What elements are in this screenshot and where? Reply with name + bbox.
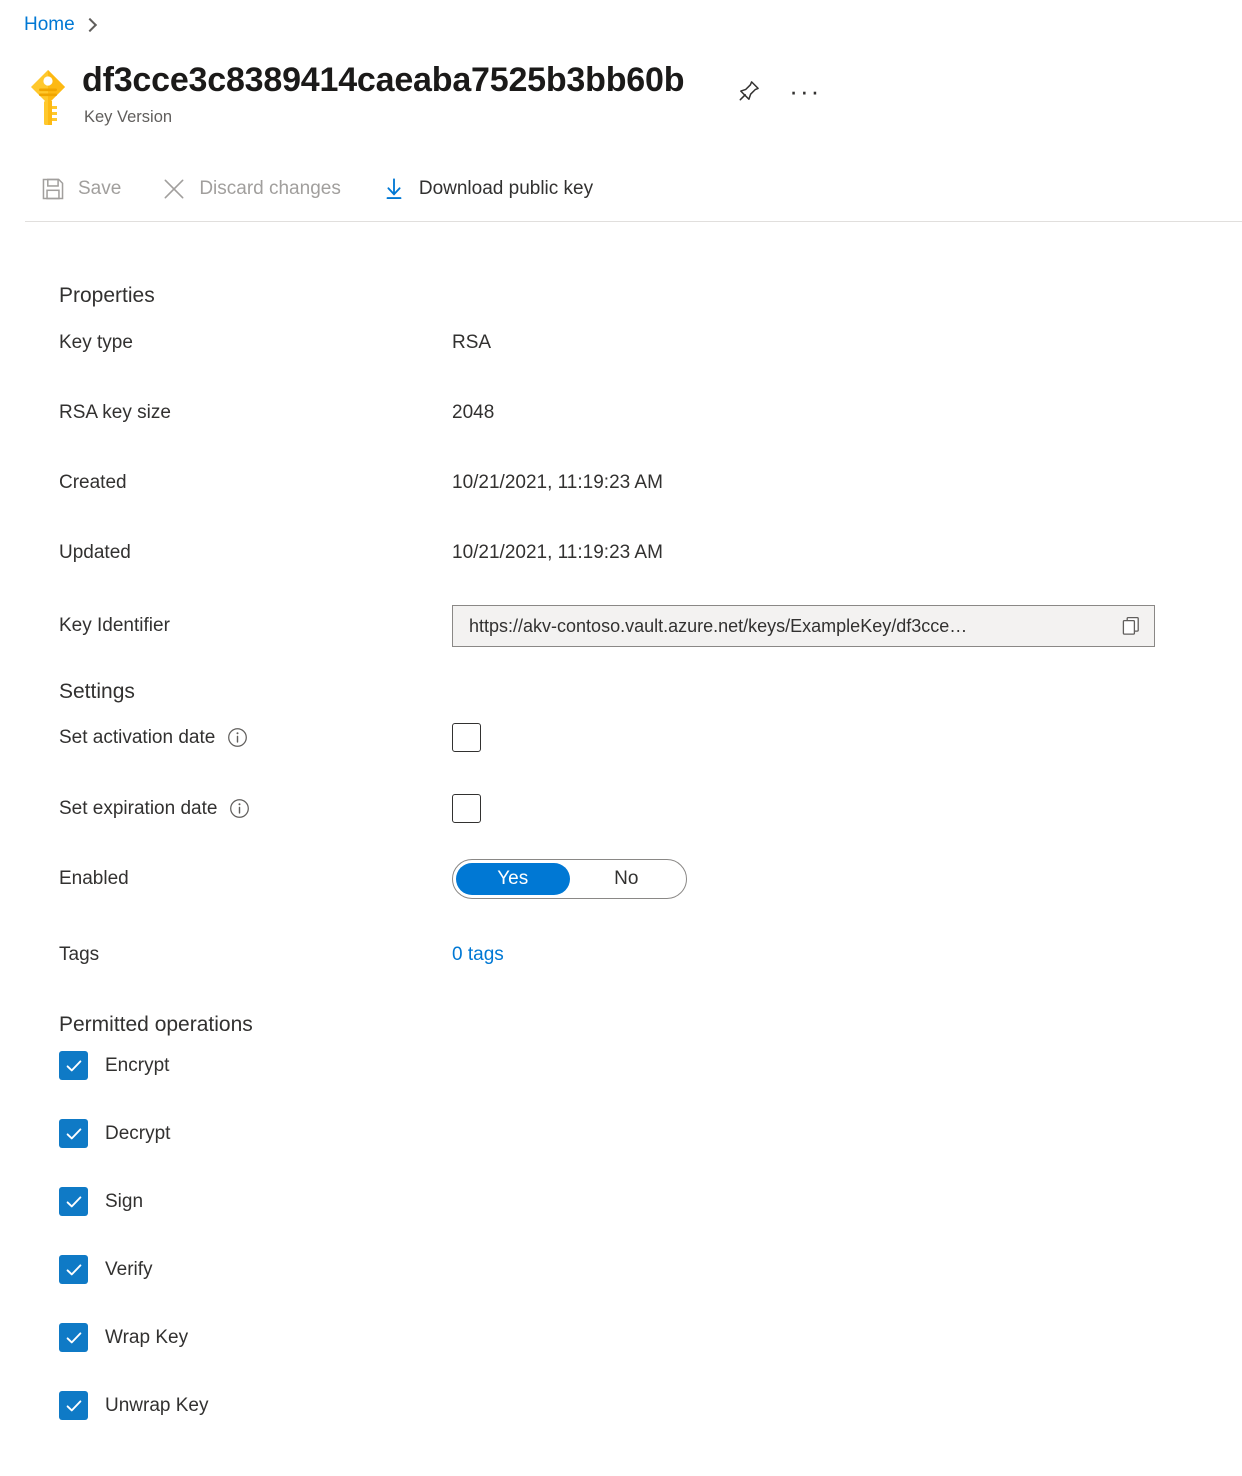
verify-checkbox[interactable] xyxy=(59,1255,88,1284)
operation-row-encrypt[interactable]: Encrypt xyxy=(59,1051,169,1080)
key-identifier-label: Key Identifier xyxy=(0,613,452,639)
command-bar-divider xyxy=(25,221,1242,222)
field-updated: Updated 10/21/2021, 11:19:23 AM xyxy=(0,540,1242,566)
close-x-icon xyxy=(161,176,187,202)
set-activation-date-label: Set activation date xyxy=(0,725,452,751)
updated-label: Updated xyxy=(0,540,452,566)
discard-changes-label: Discard changes xyxy=(199,176,341,202)
checkmark-icon xyxy=(64,1396,84,1416)
operation-row-wrap-key[interactable]: Wrap Key xyxy=(59,1323,188,1352)
info-circle-icon[interactable] xyxy=(227,727,248,748)
page-title: df3cce3c8389414caeaba7525b3bb60b xyxy=(82,58,684,102)
checkmark-icon xyxy=(64,1056,84,1076)
set-expiration-date-checkbox[interactable] xyxy=(452,794,481,823)
rsa-key-size-value: 2048 xyxy=(452,400,494,426)
decrypt-checkbox[interactable] xyxy=(59,1119,88,1148)
chevron-right-icon xyxy=(85,17,95,33)
field-created: Created 10/21/2021, 11:19:23 AM xyxy=(0,470,1242,496)
pin-button[interactable] xyxy=(734,76,764,106)
rsa-key-size-label: RSA key size xyxy=(0,400,452,426)
field-key-identifier: Key Identifier https://akv-contoso.vault… xyxy=(0,605,1242,647)
created-label: Created xyxy=(0,470,452,496)
properties-section: Properties xyxy=(0,282,155,310)
key-identifier-value: https://akv-contoso.vault.azure.net/keys… xyxy=(469,614,1116,638)
breadcrumb: Home xyxy=(24,12,95,38)
azure-key-version-page: Home df3cce3c8389414caeaba7525b3bb60b Ke… xyxy=(0,0,1242,1476)
checkmark-icon xyxy=(64,1260,84,1280)
properties-heading: Properties xyxy=(0,282,155,310)
settings-section: Settings xyxy=(0,678,135,706)
encrypt-checkbox[interactable] xyxy=(59,1051,88,1080)
created-value: 10/21/2021, 11:19:23 AM xyxy=(452,470,663,496)
unwrap-key-checkbox[interactable] xyxy=(59,1391,88,1420)
permitted-operations-section: Permitted operations xyxy=(0,1011,253,1039)
enabled-label: Enabled xyxy=(0,866,452,892)
field-tags: Tags 0 tags xyxy=(0,942,1242,968)
download-public-key-label: Download public key xyxy=(419,176,593,202)
wrap-key-label: Wrap Key xyxy=(105,1325,188,1351)
checkmark-icon xyxy=(64,1192,84,1212)
tags-label: Tags xyxy=(0,942,452,968)
download-public-key-button[interactable]: Download public key xyxy=(379,170,609,208)
operation-row-unwrap-key[interactable]: Unwrap Key xyxy=(59,1391,209,1420)
permitted-operations-heading: Permitted operations xyxy=(0,1011,253,1039)
download-arrow-icon xyxy=(381,176,407,202)
updated-value: 10/21/2021, 11:19:23 AM xyxy=(452,540,663,566)
set-activation-date-text: Set activation date xyxy=(59,725,215,751)
encrypt-label: Encrypt xyxy=(105,1053,169,1079)
decrypt-label: Decrypt xyxy=(105,1121,170,1147)
more-options-button[interactable]: ··· xyxy=(790,76,820,106)
tags-link[interactable]: 0 tags xyxy=(452,942,504,968)
unwrap-key-label: Unwrap Key xyxy=(105,1393,209,1419)
save-label: Save xyxy=(78,176,121,202)
key-type-label: Key type xyxy=(0,330,452,356)
ellipsis-icon: ··· xyxy=(789,86,821,96)
key-type-value: RSA xyxy=(452,330,491,356)
checkmark-icon xyxy=(64,1328,84,1348)
copy-icon xyxy=(1120,615,1142,637)
set-expiration-date-label: Set expiration date xyxy=(0,796,452,822)
page-subtitle: Key Version xyxy=(82,106,684,128)
sign-label: Sign xyxy=(105,1189,143,1215)
sign-checkbox[interactable] xyxy=(59,1187,88,1216)
enabled-toggle-yes[interactable]: Yes xyxy=(456,863,570,895)
field-key-type: Key type RSA xyxy=(0,330,1242,356)
enabled-toggle[interactable]: Yes No xyxy=(452,859,687,899)
checkmark-icon xyxy=(64,1124,84,1144)
field-rsa-key-size: RSA key size 2048 xyxy=(0,400,1242,426)
copy-key-identifier-button[interactable] xyxy=(1116,611,1146,641)
operation-row-verify[interactable]: Verify xyxy=(59,1255,153,1284)
discard-changes-button[interactable]: Discard changes xyxy=(159,170,357,208)
verify-label: Verify xyxy=(105,1257,153,1283)
save-floppy-icon xyxy=(40,176,66,202)
command-bar: Save Discard changes Download public key xyxy=(38,170,631,208)
breadcrumb-item-home[interactable]: Home xyxy=(24,12,75,38)
set-expiration-date-text: Set expiration date xyxy=(59,796,217,822)
save-button[interactable]: Save xyxy=(38,170,137,208)
field-set-activation-date: Set activation date xyxy=(0,723,1242,752)
enabled-toggle-no[interactable]: No xyxy=(570,863,684,895)
operation-row-sign[interactable]: Sign xyxy=(59,1187,143,1216)
key-identifier-field[interactable]: https://akv-contoso.vault.azure.net/keys… xyxy=(452,605,1155,647)
info-circle-icon[interactable] xyxy=(229,798,250,819)
field-set-expiration-date: Set expiration date xyxy=(0,794,1242,823)
page-header: df3cce3c8389414caeaba7525b3bb60b Key Ver… xyxy=(20,58,820,128)
wrap-key-checkbox[interactable] xyxy=(59,1323,88,1352)
set-activation-date-checkbox[interactable] xyxy=(452,723,481,752)
pin-icon xyxy=(737,79,761,103)
key-icon xyxy=(20,66,76,128)
operation-row-decrypt[interactable]: Decrypt xyxy=(59,1119,170,1148)
settings-heading: Settings xyxy=(0,678,135,706)
field-enabled: Enabled Yes No xyxy=(0,859,1242,899)
